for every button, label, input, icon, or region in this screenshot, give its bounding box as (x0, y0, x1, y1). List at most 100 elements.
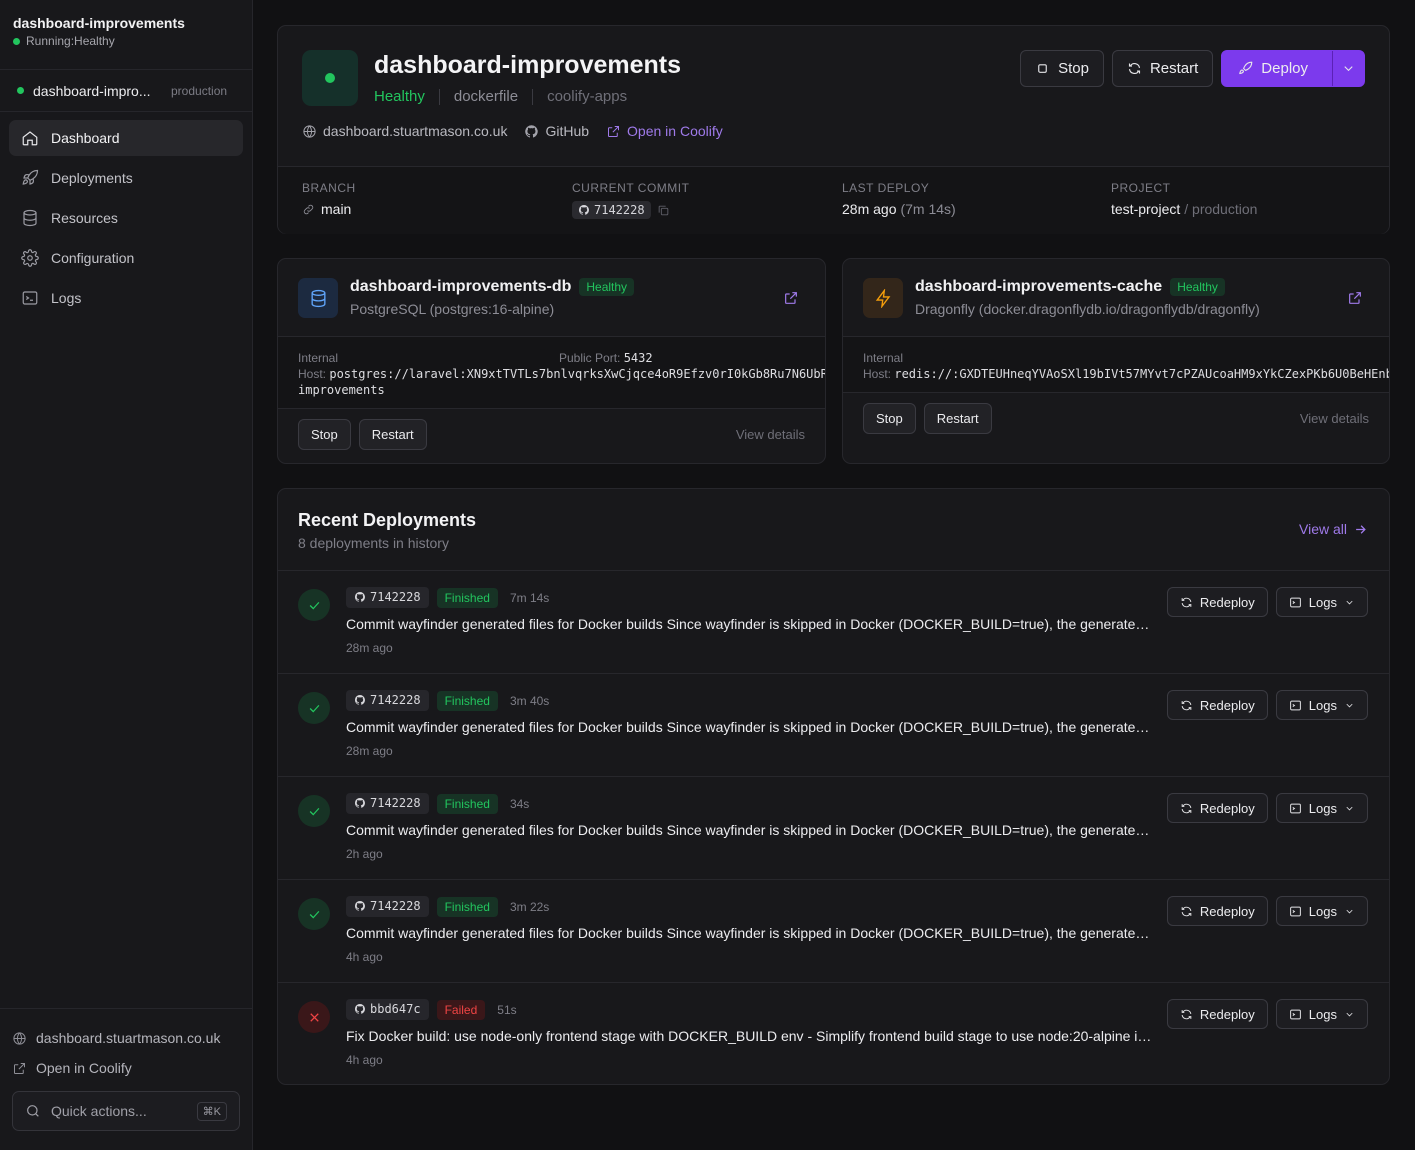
service-restart-button[interactable]: Restart (358, 419, 427, 450)
restart-button[interactable]: Restart (1111, 50, 1214, 87)
deployment-row: bbd647c Failed 51s Fix Docker build: use no… (278, 982, 1389, 1085)
domain-link[interactable]: dashboard.stuartmason.co.uk (302, 123, 507, 139)
deployment-time: 4h ago (346, 950, 383, 964)
divider (438, 88, 440, 105)
redeploy-button[interactable]: Redeploy (1166, 896, 1268, 926)
sidebar-item-label: Resources (51, 210, 118, 226)
lightning-icon (875, 288, 890, 308)
service-restart-button[interactable]: Restart (923, 403, 992, 434)
sidebar-item-dashboard[interactable]: Dashboard (9, 120, 243, 156)
commit-chip[interactable]: 7142228 (346, 793, 429, 814)
github-icon (354, 1003, 365, 1014)
port-label: Public Port: (559, 351, 621, 365)
commit-chip[interactable]: 7142228 (572, 201, 651, 219)
host-url[interactable]: redis://:GXDTEUHneqYVAoSXl19bIVt57MYvt7c… (894, 367, 1389, 381)
commit-sha: bbd647c (370, 1002, 421, 1016)
redeploy-button[interactable]: Redeploy (1166, 793, 1268, 823)
commit-sha: 7142228 (594, 203, 645, 217)
github-link[interactable]: GitHub (524, 123, 589, 139)
stop-button[interactable]: Stop (1020, 50, 1104, 87)
success-status-icon (298, 692, 330, 724)
internal-label: Internal (863, 351, 904, 365)
deploy-label: Deploy (1261, 60, 1308, 77)
globe-icon (303, 124, 316, 138)
check-icon (309, 704, 319, 713)
stat-value: main (302, 201, 356, 217)
logs-label: Logs (1308, 800, 1337, 816)
service-stop-button[interactable]: Stop (298, 419, 351, 450)
commit-chip[interactable]: 7142228 (346, 690, 429, 711)
service-stop-button[interactable]: Stop (863, 403, 916, 434)
deploy-button[interactable]: Deploy (1222, 51, 1324, 86)
service-actions: Stop Restart View details (863, 403, 1369, 434)
view-details-link[interactable]: View details (736, 427, 805, 442)
stat-label: LAST DEPLOY (842, 181, 930, 195)
external-link-icon (608, 125, 620, 137)
sidebar-item-deployments[interactable]: Deployments (9, 160, 243, 196)
sidebar-item-configuration[interactable]: Configuration (9, 240, 243, 276)
stat-branch: BRANCH main (302, 181, 356, 217)
view-all-link[interactable]: View all (1299, 521, 1368, 537)
redeploy-label: Redeploy (1199, 697, 1255, 713)
commit-chip[interactable]: bbd647c (346, 999, 429, 1020)
database-icon (310, 289, 326, 307)
environment-selector[interactable]: dashboard-impro... production (0, 70, 252, 112)
external-link-icon[interactable] (783, 290, 799, 306)
database-icon (23, 209, 37, 227)
logs-dropdown-button[interactable]: Logs (1275, 999, 1368, 1029)
check-icon (309, 601, 319, 610)
terminal-icon (1289, 597, 1301, 607)
external-link-icon[interactable] (1347, 290, 1363, 306)
public-port: Public Port: 5432 (559, 350, 653, 366)
stat-last-deploy: LAST DEPLOY 28m ago (7m 14s) (842, 181, 956, 217)
chevron-down-icon (1346, 909, 1353, 913)
terminal-icon (1289, 700, 1301, 710)
redeploy-button[interactable]: Redeploy (1166, 587, 1268, 617)
footer-domain-label: dashboard.stuartmason.co.uk (36, 1030, 221, 1046)
gear-icon (21, 249, 39, 267)
commit-chip[interactable]: 7142228 (346, 896, 429, 917)
open-in-coolify-link[interactable]: Open in Coolify (606, 123, 723, 139)
host-url[interactable]: postgres://laravel:XN9xtTVTLs7bnlvqrksXw… (329, 367, 825, 381)
copy-icon[interactable] (657, 204, 670, 217)
restart-label: Restart (1149, 60, 1199, 77)
view-details-link[interactable]: View details (1300, 411, 1369, 426)
host-url-cont: improvements (298, 383, 385, 397)
stat-label: BRANCH (302, 181, 356, 195)
project-name: test-project (1111, 201, 1181, 217)
github-icon (525, 124, 539, 137)
build-pack: dockerfile (453, 88, 519, 105)
deployment-row: 7142228 Finished 7m 14s Commit wayfinder ge… (278, 570, 1389, 673)
quick-actions-button[interactable]: Quick actions... ⌘K (12, 1091, 240, 1131)
app-stats: BRANCH main CURRENT COMMIT 7142228 LAST … (278, 166, 1389, 234)
commit-chip[interactable]: 7142228 (346, 587, 429, 608)
footer-open-coolify-link[interactable]: Open in Coolify (12, 1053, 240, 1083)
deploy-dropdown-toggle[interactable] (1332, 51, 1364, 86)
redeploy-button[interactable]: Redeploy (1166, 690, 1268, 720)
status-badge: Finished (436, 587, 498, 608)
project-env: / production (1184, 201, 1258, 217)
service-card-db: dashboard-improvements-db Healthy Postgr… (277, 258, 826, 464)
deployment-duration: 51s (497, 1002, 517, 1017)
service-title: dashboard-improvements-db Healthy (350, 278, 635, 296)
logs-dropdown-button[interactable]: Logs (1275, 587, 1368, 617)
sidebar-item-logs[interactable]: Logs (9, 280, 243, 316)
footer-domain-link[interactable]: dashboard.stuartmason.co.uk (12, 1023, 240, 1053)
service-title: dashboard-improvements-cache Healthy (915, 278, 1225, 296)
logs-dropdown-button[interactable]: Logs (1275, 896, 1368, 926)
sidebar-item-resources[interactable]: Resources (9, 200, 243, 236)
sidebar-item-label: Deployments (51, 170, 133, 186)
external-link-icon (14, 1062, 25, 1074)
database-icon-box (298, 278, 338, 318)
check-icon (309, 807, 319, 816)
logs-dropdown-button[interactable]: Logs (1275, 690, 1368, 720)
commit-sha: 7142228 (370, 693, 421, 707)
recent-deployments: Recent Deployments 8 deployments in hist… (277, 488, 1390, 1085)
deploy-button-group: Deploy (1221, 50, 1365, 87)
redeploy-button[interactable]: Redeploy (1166, 999, 1268, 1029)
deployment-duration: 7m 14s (509, 590, 550, 605)
section-title: Recent Deployments (298, 510, 477, 530)
status-badge: Healthy (1170, 278, 1225, 296)
status-badge: Healthy (579, 278, 635, 296)
logs-dropdown-button[interactable]: Logs (1275, 793, 1368, 823)
